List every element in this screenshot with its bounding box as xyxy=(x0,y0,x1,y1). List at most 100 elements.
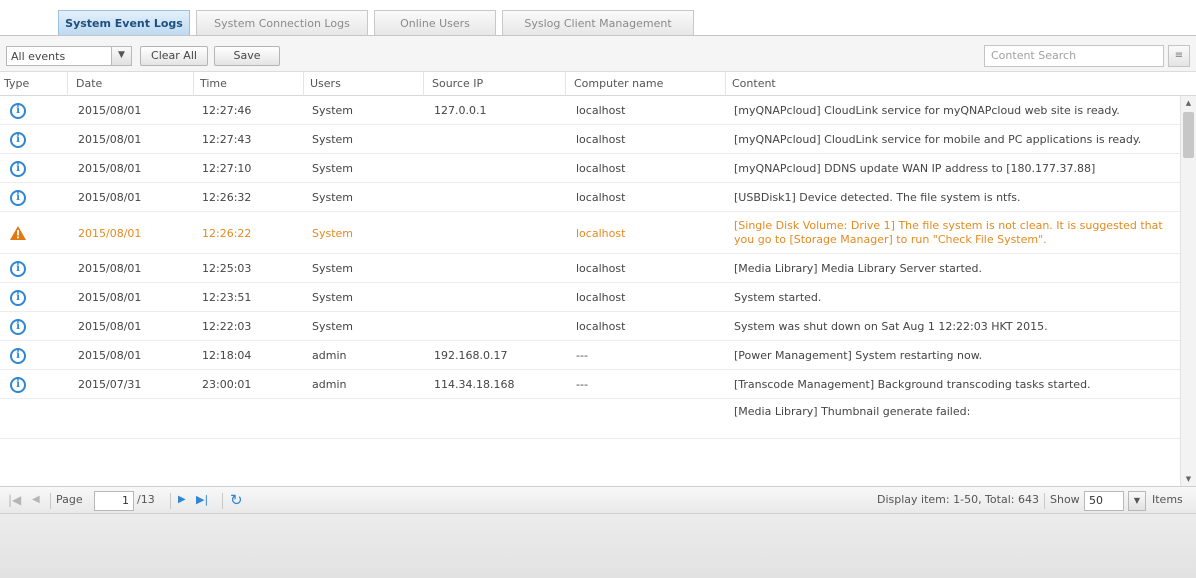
table-row[interactable]: i 2015/08/01 12:25:03 System localhost [Media… xyxy=(0,254,1180,283)
cell-time: 12:22:03 xyxy=(202,320,252,333)
tab-online-users[interactable]: Online Users xyxy=(374,10,496,36)
cell-date: 2015/08/01 xyxy=(78,320,142,333)
last-page-icon[interactable]: ▶| xyxy=(196,491,208,509)
save-button[interactable]: Save xyxy=(214,46,280,66)
chevron-down-icon[interactable]: ▼ xyxy=(111,47,131,65)
table-row[interactable]: [Media Library] Thumbnail generate faile… xyxy=(0,399,1180,439)
cell-user: System xyxy=(312,291,354,304)
cell-content: [Transcode Management] Background transc… xyxy=(734,378,1091,391)
table-row[interactable]: i 2015/08/01 12:23:51 System localhost System… xyxy=(0,283,1180,312)
scroll-thumb[interactable] xyxy=(1183,112,1194,158)
table-row[interactable]: i 2015/08/01 12:18:04 admin 192.168.0.17 --- [… xyxy=(0,341,1180,370)
window-footer xyxy=(0,514,1196,578)
cell-user: admin xyxy=(312,378,347,391)
cell-source-ip: 127.0.0.1 xyxy=(434,104,487,117)
total-pages: /13 xyxy=(137,493,155,506)
pager-separator xyxy=(222,493,223,509)
table-header: Type Date Time Users Source IP Computer … xyxy=(0,72,1196,96)
cell-date: 2015/08/01 xyxy=(78,349,142,362)
table-row[interactable]: i 2015/08/01 12:27:10 System localhost [myQNA… xyxy=(0,154,1180,183)
tab-bar: System Event Logs System Connection Logs… xyxy=(0,0,1196,36)
cell-date: 2015/08/01 xyxy=(78,227,142,240)
page-number-input[interactable]: 1 xyxy=(94,491,134,511)
cell-date: 2015/08/01 xyxy=(78,162,142,175)
show-label: Show xyxy=(1050,493,1080,506)
info-circle-icon: i xyxy=(10,289,26,306)
event-log-table: i 2015/08/01 12:27:46 System 127.0.0.1 localh… xyxy=(0,96,1180,486)
pagination-bar: |◀ ◀ Page 1 /13 ▶ ▶| ↻ Display item: 1-5… xyxy=(0,486,1196,514)
info-circle-icon: i xyxy=(10,102,26,119)
cell-computer-name: localhost xyxy=(576,133,626,146)
column-header-source-ip[interactable]: Source IP xyxy=(428,72,566,96)
info-circle-icon: i xyxy=(10,260,26,277)
cell-content: [Power Management] System restarting now… xyxy=(734,349,983,362)
cell-content: [myQNAPcloud] DDNS update WAN IP address… xyxy=(734,162,1096,175)
cell-user: System xyxy=(312,262,354,275)
cell-time: 12:26:22 xyxy=(202,227,252,240)
cell-content: [myQNAPcloud] CloudLink service for mobi… xyxy=(734,133,1142,146)
cell-time: 12:18:04 xyxy=(202,349,252,362)
info-circle-icon: i xyxy=(10,318,26,335)
cell-date: 2015/07/31 xyxy=(78,378,142,391)
clear-all-button[interactable]: Clear All xyxy=(140,46,208,66)
table-row[interactable]: 2015/08/01 12:26:22 System localhost [Single… xyxy=(0,212,1180,254)
display-info: Display item: 1-50, Total: 643 xyxy=(877,493,1039,506)
pager-separator xyxy=(1044,493,1045,509)
first-page-icon[interactable]: |◀ xyxy=(8,491,21,509)
info-circle-icon: i xyxy=(10,189,26,206)
event-filter-value: All events xyxy=(11,50,66,63)
pager-separator xyxy=(50,493,51,509)
cell-time: 12:23:51 xyxy=(202,291,252,304)
column-header-time[interactable]: Time xyxy=(196,72,304,96)
cell-date: 2015/08/01 xyxy=(78,191,142,204)
table-row[interactable]: i 2015/08/01 12:22:03 System localhost System… xyxy=(0,312,1180,341)
next-page-icon[interactable]: ▶ xyxy=(178,491,186,509)
cell-computer-name: localhost xyxy=(576,191,626,204)
info-circle-icon: i xyxy=(10,376,26,393)
tab-system-event-logs[interactable]: System Event Logs xyxy=(58,10,190,36)
cell-content: [Single Disk Volume: Drive 1] The file s… xyxy=(734,219,1163,246)
cell-content: [Media Library] Thumbnail generate faile… xyxy=(734,405,971,418)
search-options-icon[interactable]: ≡ xyxy=(1168,45,1190,67)
chevron-down-icon[interactable]: ▼ xyxy=(1128,491,1146,511)
content-search-input[interactable]: Content Search xyxy=(984,45,1164,67)
cell-content: [Media Library] Media Library Server sta… xyxy=(734,262,983,275)
vertical-scrollbar[interactable]: ▲ ▼ xyxy=(1180,96,1196,486)
scroll-up-icon[interactable]: ▲ xyxy=(1181,96,1196,110)
cell-source-ip: 114.34.18.168 xyxy=(434,378,515,391)
cell-content: [myQNAPcloud] CloudLink service for myQN… xyxy=(734,104,1120,117)
toolbar: All events ▼ Clear All Save Content Sear… xyxy=(0,36,1196,72)
cell-time: 12:27:43 xyxy=(202,133,252,146)
page-size-select[interactable]: 50 xyxy=(1084,491,1124,511)
cell-computer-name: localhost xyxy=(576,104,626,117)
column-header-date[interactable]: Date xyxy=(72,72,194,96)
table-row[interactable]: i 2015/07/31 23:00:01 admin 114.34.18.168 ---… xyxy=(0,370,1180,399)
cell-date: 2015/08/01 xyxy=(78,133,142,146)
tab-system-connection-logs[interactable]: System Connection Logs xyxy=(196,10,368,36)
cell-user: System xyxy=(312,104,354,117)
refresh-icon[interactable]: ↻ xyxy=(230,491,243,509)
prev-page-icon[interactable]: ◀ xyxy=(32,491,40,509)
info-circle-icon: i xyxy=(10,131,26,148)
cell-user: System xyxy=(312,162,354,175)
info-circle-icon: i xyxy=(10,347,26,364)
cell-computer-name: --- xyxy=(576,349,588,362)
warning-triangle-icon xyxy=(10,226,26,240)
column-header-users[interactable]: Users xyxy=(306,72,424,96)
pager-separator xyxy=(170,493,171,509)
column-header-content[interactable]: Content xyxy=(728,72,1196,96)
cell-content: System started. xyxy=(734,291,822,304)
items-label: Items xyxy=(1152,493,1183,506)
scroll-down-icon[interactable]: ▼ xyxy=(1181,472,1196,486)
event-filter-select[interactable]: All events ▼ xyxy=(6,46,132,66)
table-row[interactable]: i 2015/08/01 12:27:46 System 127.0.0.1 localh… xyxy=(0,96,1180,125)
table-row[interactable]: i 2015/08/01 12:27:43 System localhost [myQNA… xyxy=(0,125,1180,154)
cell-user: admin xyxy=(312,349,347,362)
column-header-type[interactable]: Type xyxy=(0,72,68,96)
cell-content: System was shut down on Sat Aug 1 12:22:… xyxy=(734,320,1048,333)
cell-user: System xyxy=(312,191,354,204)
cell-time: 12:27:46 xyxy=(202,104,252,117)
table-row[interactable]: i 2015/08/01 12:26:32 System localhost [USBDi… xyxy=(0,183,1180,212)
column-header-computer-name[interactable]: Computer name xyxy=(570,72,726,96)
tab-syslog-client-management[interactable]: Syslog Client Management xyxy=(502,10,694,36)
